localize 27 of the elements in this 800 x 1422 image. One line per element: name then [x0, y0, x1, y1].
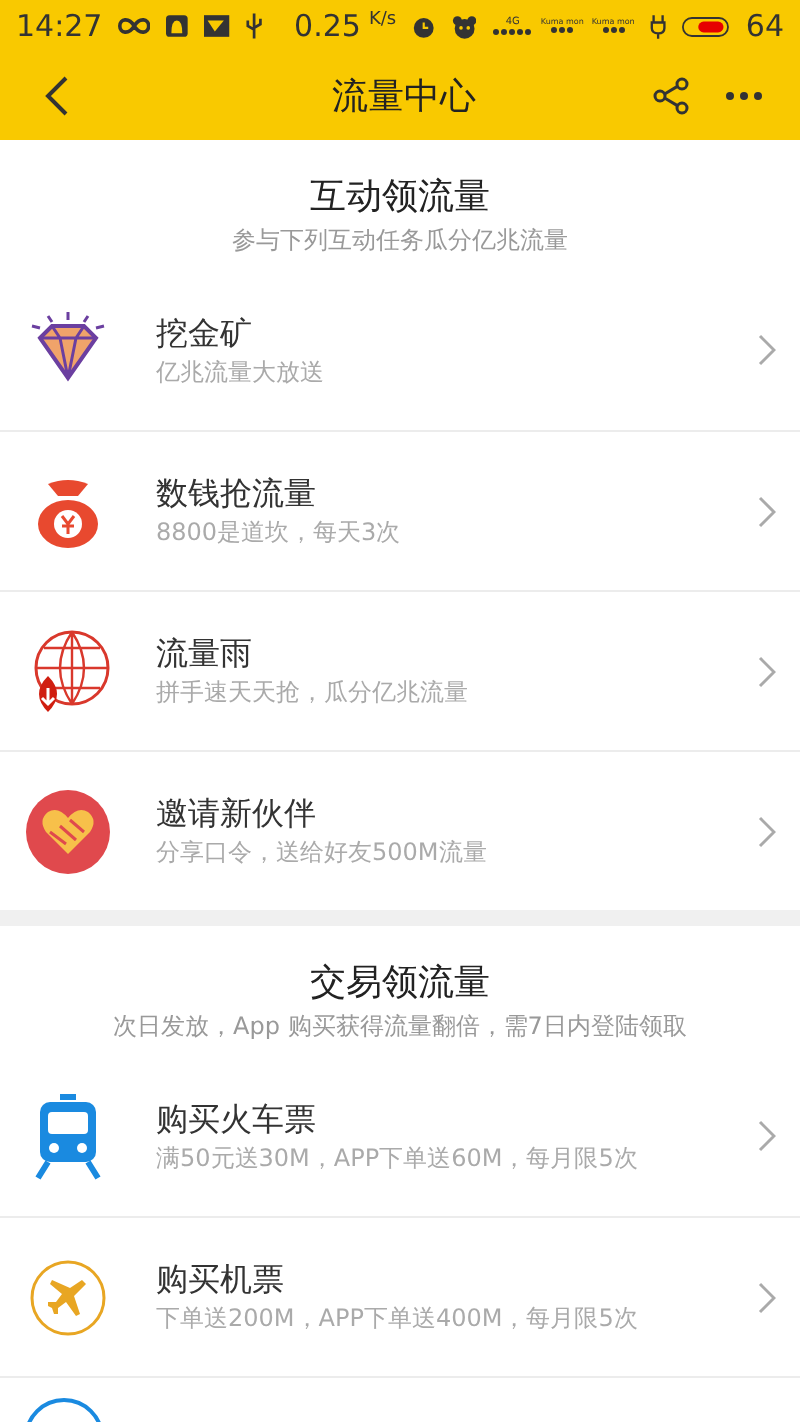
item-subtitle: 亿兆流量大放送 [156, 355, 326, 389]
item-title: 流量雨 [156, 632, 254, 676]
item-title: 挖金矿 [156, 311, 254, 355]
section-subtitle: 参与下列互动任务瓜分亿兆流量 [232, 224, 568, 258]
item-title: 数钱抢流量 [156, 472, 318, 516]
item-subtitle: 拼手速天天抢，瓜分亿兆流量 [156, 676, 470, 710]
list-item[interactable]: 挖金矿 亿兆流量大放送 [0, 270, 800, 430]
speed-unit: K/s [368, 8, 397, 34]
item-subtitle: 8800是道坎，每天3次 [156, 516, 403, 550]
item-title: 购买火车票 [156, 1097, 318, 1141]
item-title: 邀请新伙伴 [156, 792, 318, 836]
network-speed: 0.25 [294, 5, 361, 48]
item-subtitle: 下单送200M，APP下单送400M，每月限5次 [156, 1302, 640, 1336]
battery-level: 64 [745, 5, 784, 48]
status-time: 14:27 [16, 5, 103, 48]
list-item[interactable]: 数钱抢流量 8800是道坎，每天3次 [0, 430, 800, 590]
item-title: 购买机票 [156, 1258, 286, 1302]
item-subtitle: 满50元送30M，APP下单送60M，每月限5次 [156, 1141, 640, 1175]
list-item[interactable]: 邀请新伙伴 分享口令，送给好友500M流量 [0, 750, 800, 910]
section-subtitle: 次日发放，App 购买获得流量翻倍，需7日内登陆领取 [113, 1010, 687, 1044]
list-item[interactable]: 流量雨 拼手速天天抢，瓜分亿兆流量 [0, 590, 800, 750]
page-title: 流量中心 [330, 73, 478, 121]
item-subtitle: 分享口令，送给好友500M流量 [156, 836, 489, 870]
section-title: 交易领流量 [310, 960, 490, 1008]
list-item[interactable]: 购买机票 下单送200M，APP下单送400M，每月限5次 [0, 1216, 800, 1376]
section-title: 互动领流量 [310, 174, 490, 222]
list-item[interactable]: 购买火车票 满50元送30M，APP下单送60M，每月限5次 [0, 1056, 800, 1216]
